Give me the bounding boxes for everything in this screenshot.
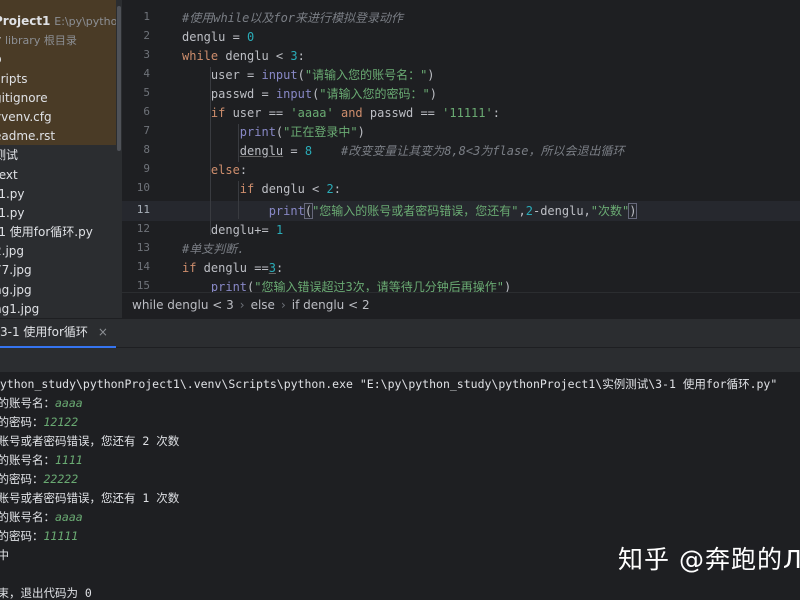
tree-item-label: eadme.rst xyxy=(0,129,56,144)
tree-item-label: -1.py xyxy=(0,186,25,201)
tree-item-gitignore[interactable]: gitignore xyxy=(0,89,122,108)
code-line-8: denglu = 8 #改变变量让其变为8,8<3为flase，所以会退出循环 xyxy=(239,144,625,158)
line-number: 13 xyxy=(136,241,150,254)
tree-item-label: 2.jpg xyxy=(0,244,25,259)
tree-item-py-2[interactable]: -1.py xyxy=(0,204,122,223)
code-line-3: while denglu < 3: xyxy=(182,49,305,63)
tree-item-jpg-3[interactable]: ng.jpg xyxy=(0,281,122,300)
line-number: 7 xyxy=(143,124,150,137)
run-tab-label: 3-1 使用for循环 xyxy=(0,325,88,339)
tree-item-py-1[interactable]: -1.py xyxy=(0,185,122,204)
tree-item-label: cripts xyxy=(0,71,28,86)
code-editor[interactable]: 1 2 3 4 5 6 7 8 9 10 11 12 13 14 15 #使用w… xyxy=(122,0,800,292)
line-number: 8 xyxy=(143,143,150,156)
run-tab[interactable]: 3-1 使用for循环 × xyxy=(0,319,116,348)
tree-item-label: -1.py xyxy=(0,205,25,220)
breadcrumb-item[interactable]: if denglu < 2 xyxy=(292,298,370,312)
tree-item-label: v xyxy=(0,33,1,47)
tree-item-readme[interactable]: eadme.rst xyxy=(0,127,122,146)
run-toolbar xyxy=(0,348,800,372)
project-title: Project1 xyxy=(0,14,51,28)
scrollbar-thumb[interactable] xyxy=(117,6,121,151)
line-number: 3 xyxy=(143,48,150,61)
tree-item-venv[interactable]: v library 根目录 xyxy=(0,31,122,50)
tree-item-label: ng.jpg xyxy=(0,282,32,297)
tree-item-scripts[interactable]: cripts xyxy=(0,70,122,89)
tree-item-jpg-4[interactable]: ng1.jpg xyxy=(0,300,122,318)
line-number: 2 xyxy=(143,29,150,42)
tree-item-hint: library 根目录 xyxy=(4,34,77,48)
tree-item-label: text xyxy=(0,167,18,182)
tree-item-pyvenv[interactable]: yvenv.cfg xyxy=(0,108,122,127)
code-line-5: passwd = input("请输入您的密码：") xyxy=(210,87,437,101)
run-console[interactable]: \python_study\pythonProject1\.venv\Scrip… xyxy=(0,372,800,600)
tree-item-jpg-2[interactable]: 77.jpg xyxy=(0,261,122,280)
tree-item-test-folder[interactable]: 测试 xyxy=(0,146,122,165)
tree-item-label: yvenv.cfg xyxy=(0,109,52,124)
code-line-9: else: xyxy=(210,163,248,177)
line-number: 5 xyxy=(143,86,150,99)
line-number: 10 xyxy=(136,181,150,194)
code-line-11: print("您输入的账号或者密码错误，您还有",2-denglu,"次数") xyxy=(268,203,638,219)
tree-item-label: 77.jpg xyxy=(0,263,32,278)
project-tool-window: Project1 E:\py\python v library 根目录 b cr… xyxy=(0,0,122,318)
line-number-current: 11 xyxy=(136,203,150,216)
code-line-1: #使用while以及for来进行模拟登录动作 xyxy=(182,11,404,25)
breadcrumb-separator: › xyxy=(280,298,286,312)
line-number-gutter: 1 2 3 4 5 6 7 8 9 10 11 12 13 14 15 xyxy=(122,0,170,292)
code-line-10: if denglu < 2: xyxy=(239,182,341,196)
line-number: 1 xyxy=(143,10,150,23)
tree-item-lib[interactable]: b xyxy=(0,50,122,69)
line-number: 4 xyxy=(143,67,150,80)
code-line-14: if denglu ==3: xyxy=(182,261,284,275)
code-line-2: denglu = 0 xyxy=(182,30,255,44)
code-line-12: denglu+= 1 xyxy=(210,223,284,237)
code-line-13: #单支判断. xyxy=(182,242,245,256)
project-path: E:\py\python xyxy=(54,15,122,28)
code-line-4: user = input("请输入您的账号名：") xyxy=(210,68,435,82)
line-number: 15 xyxy=(136,279,150,292)
watermark: 知乎 @奔跑的Л xyxy=(618,545,800,574)
breadcrumb-item[interactable]: while denglu < 3 xyxy=(132,298,234,312)
code-line-6: if user == 'aaaa' and passwd == '11111': xyxy=(210,106,500,120)
line-number: 14 xyxy=(136,260,150,273)
tree-item-jpg-1[interactable]: 2.jpg xyxy=(0,242,122,261)
close-icon[interactable]: × xyxy=(98,325,108,339)
tree-item-label: ng1.jpg xyxy=(0,301,40,316)
project-root[interactable]: Project1 E:\py\python xyxy=(0,12,122,31)
tree-item-label: 测试 xyxy=(0,148,19,163)
line-number: 12 xyxy=(136,222,150,235)
tree-item-text[interactable]: text xyxy=(0,166,122,185)
run-tab-bar: 3-1 使用for循环 × xyxy=(0,318,800,348)
tree-item-label: -1 使用for循环.py xyxy=(0,225,93,240)
line-number: 9 xyxy=(143,162,150,175)
tree-item-for-loop[interactable]: -1 使用for循环.py xyxy=(0,223,122,242)
breadcrumb-separator: › xyxy=(239,298,245,312)
breadcrumb: while denglu < 3 › else › if denglu < 2 xyxy=(122,292,800,318)
line-number: 6 xyxy=(143,105,150,118)
code-line-15: print("您输入错误超过3次，请等待几分钟后再操作") xyxy=(210,280,512,292)
project-tree: Project1 E:\py\python v library 根目录 b cr… xyxy=(0,12,122,318)
code-area[interactable]: #使用while以及for来进行模拟登录动作 denglu = 0 while … xyxy=(174,0,800,292)
tree-item-label: gitignore xyxy=(0,90,48,105)
tree-item-label: b xyxy=(0,50,2,69)
code-line-7: print("正在登录中") xyxy=(239,125,365,139)
breadcrumb-item[interactable]: else xyxy=(251,298,275,312)
